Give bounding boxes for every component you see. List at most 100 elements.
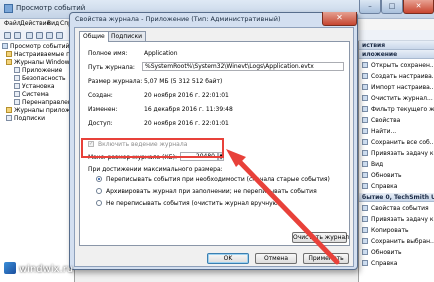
tree-item-security[interactable]: Безопасность (14, 75, 66, 83)
radio-do-not-overwrite[interactable] (96, 200, 102, 206)
action-icon (362, 117, 368, 123)
action-label: Привязать задачу к... (371, 150, 434, 157)
event-action-item-2[interactable]: Копировать (359, 225, 434, 236)
action-icon (362, 128, 368, 134)
action-icon (362, 205, 368, 211)
tree-item-custom-views[interactable]: Настраиваемые пре (6, 51, 78, 59)
action-item-1[interactable]: Создать настраива... (359, 71, 434, 82)
tab-general[interactable]: Общие (79, 31, 109, 42)
log-icon (14, 83, 20, 89)
tree-item-application[interactable]: Приложение (14, 67, 62, 75)
folder-icon[interactable] (26, 32, 33, 39)
actions-section-application[interactable]: иложение (359, 50, 434, 59)
menu-view[interactable]: Вид (47, 20, 59, 27)
modified-label: Изменен: (88, 106, 118, 113)
actions-header: иствия (359, 41, 434, 50)
modified-value: 16 декабря 2016 г. 11:39:48 (144, 106, 233, 113)
action-icon (362, 183, 368, 189)
action-icon (362, 139, 368, 145)
accessed-value: 20 ноября 2016 г. 22:01:01 (144, 120, 229, 127)
console-icon[interactable] (36, 32, 43, 39)
maximize-button[interactable]: □ (381, 0, 403, 14)
action-item-7[interactable]: Сохранить все соб... (359, 137, 434, 148)
action-label: Сохранить выбран... (371, 238, 434, 245)
event-action-item-4[interactable]: Обновить (359, 247, 434, 258)
event-viewer-icon (2, 43, 8, 49)
log-icon (14, 67, 20, 73)
actions-panel: иствия иложение бытие 0, TechSmith U... … (358, 41, 434, 282)
properties-icon[interactable] (56, 32, 63, 39)
action-icon (362, 84, 368, 90)
subscriptions-icon (6, 115, 12, 121)
menu-file[interactable]: Файл (4, 20, 21, 27)
action-item-10[interactable]: Обновить (359, 170, 434, 181)
tree-item-subscriptions[interactable]: Подписки (6, 115, 45, 123)
action-icon (362, 150, 368, 156)
when-max-reached-label: При достижении максимального размера: (88, 166, 223, 173)
tree-item-system[interactable]: Система (14, 91, 49, 99)
action-icon (362, 260, 368, 266)
apply-button[interactable]: Применить (303, 253, 349, 264)
log-icon (14, 75, 20, 81)
radio-no-overwrite-label: Не переписывать события (очистить журнал… (106, 200, 281, 207)
action-item-6[interactable]: Найти... (359, 126, 434, 137)
log-path-label: Путь журнала: (88, 64, 135, 71)
main-window-title: Просмотр событий (16, 4, 86, 12)
action-label: Создать настраива... (371, 73, 434, 80)
forward-icon[interactable] (14, 32, 21, 39)
minimize-button[interactable]: – (359, 0, 381, 14)
action-icon (362, 216, 368, 222)
radio-overwrite-as-needed[interactable] (96, 176, 102, 182)
action-label: Сохранить все соб... (371, 139, 434, 146)
action-label: Импорт настраива... (371, 84, 434, 91)
action-icon (362, 238, 368, 244)
action-item-9[interactable]: Вид (359, 159, 434, 170)
action-item-8[interactable]: Привязать задачу к... (359, 148, 434, 159)
tree-item-app-logs[interactable]: Журналы приложен (6, 107, 78, 115)
help-icon[interactable] (46, 32, 53, 39)
action-item-5[interactable]: Свойства (359, 115, 434, 126)
folder-icon (6, 51, 12, 57)
watermark: windwix.ru (4, 262, 73, 278)
created-value: 20 ноября 2016 г. 22:01:01 (144, 92, 229, 99)
action-icon (362, 161, 368, 167)
dialog-title: Свойства журнала - Приложение (Тип: Адми… (75, 15, 281, 23)
action-item-3[interactable]: Очистить журнал... (359, 93, 434, 104)
action-icon (362, 249, 368, 255)
menu-action[interactable]: Действие (20, 20, 50, 27)
highlight-frame (81, 138, 224, 158)
action-icon (362, 227, 368, 233)
back-icon[interactable] (4, 32, 11, 39)
ok-button[interactable]: OK (207, 253, 249, 264)
action-item-2[interactable]: Импорт настраива... (359, 82, 434, 93)
action-label: Открыть сохранен... (371, 62, 434, 69)
radio-archive-when-full[interactable] (96, 188, 102, 194)
accessed-label: Доступ: (88, 120, 113, 127)
log-size-label: Размер журнала: (88, 78, 143, 85)
log-icon (14, 99, 20, 105)
tree-item-forwarded[interactable]: Перенаправлен (14, 99, 72, 107)
action-icon (362, 95, 368, 101)
event-action-item-3[interactable]: Сохранить выбран... (359, 236, 434, 247)
event-action-item-0[interactable]: Свойства события (359, 203, 434, 214)
navigation-tree: Просмотр событий (Лок Настраиваемые пре … (0, 41, 85, 282)
dialog-close-button[interactable]: ✕ (322, 12, 357, 26)
action-icon (362, 73, 368, 79)
action-label: Свойства (371, 117, 401, 124)
tree-item-setup[interactable]: Установка (14, 83, 55, 91)
log-path-field[interactable]: %SystemRoot%\System32\Winevt\Logs\Applic… (142, 62, 344, 71)
actions-section-event[interactable]: бытие 0, TechSmith U... (359, 193, 434, 202)
action-item-0[interactable]: Открыть сохранен... (359, 60, 434, 71)
event-viewer-app-icon (4, 4, 13, 13)
main-close-button[interactable]: ✕ (403, 0, 434, 14)
tree-item-windows-logs[interactable]: Журналы Windows (6, 59, 73, 67)
full-name-value: Application (144, 50, 178, 57)
log-size-value: 5,07 МБ (5 312 512 байт) (144, 78, 223, 85)
action-item-4[interactable]: Фильтр текущего ж... (359, 104, 434, 115)
action-item-11[interactable]: Справка (359, 181, 434, 192)
tab-subscriptions[interactable]: Подписки (107, 31, 146, 41)
event-action-item-5[interactable]: Справка (359, 258, 434, 269)
clear-log-button[interactable]: Очистить журнал (292, 232, 349, 243)
event-action-item-1[interactable]: Привязать задачу к... (359, 214, 434, 225)
cancel-button[interactable]: Отмена (255, 253, 297, 264)
